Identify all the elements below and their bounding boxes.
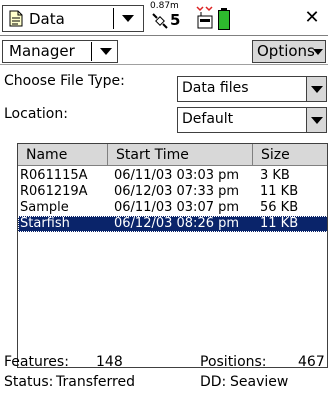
location-select[interactable]: Default <box>177 107 327 133</box>
list-item[interactable]: R061115A 06/11/03 03:03 pm 3 KB <box>18 168 327 184</box>
chevron-down-icon <box>122 15 134 22</box>
divider <box>113 8 114 29</box>
list-item[interactable]: R061219A 06/12/03 07:33 pm 11 KB <box>18 184 327 200</box>
file-start-time: 06/12/03 07:33 pm <box>114 184 240 199</box>
dd-value: Seaview <box>230 374 289 390</box>
app-label: Data <box>29 10 65 28</box>
file-type-dropdown-button[interactable] <box>306 77 326 101</box>
options-button[interactable]: Options <box>252 40 326 63</box>
file-type-value: Data files <box>182 80 249 96</box>
chevron-down-icon <box>100 48 112 55</box>
dd-label: DD: <box>200 374 227 390</box>
satellite-icon <box>152 13 168 29</box>
gps-status[interactable]: 0.87m 5 <box>150 1 190 35</box>
file-name: R061115A <box>20 168 88 183</box>
app-switcher-button[interactable]: Data <box>2 5 144 32</box>
divider <box>91 42 92 61</box>
chevron-down-icon <box>311 117 323 124</box>
close-icon: ✕ <box>304 7 320 28</box>
status-value: Transferred <box>56 374 135 390</box>
features-value: 148 <box>96 354 123 370</box>
title-bar: Data 0.87m 5 ✕ <box>0 0 328 36</box>
file-start-time: 06/11/03 03:07 pm <box>114 200 240 215</box>
file-size: 3 KB <box>260 168 290 183</box>
file-list[interactable]: Name Start Time Size R061115A 06/11/03 0… <box>17 143 328 368</box>
file-start-time: 06/11/03 03:03 pm <box>114 168 240 183</box>
options-label: Options <box>257 42 315 60</box>
file-type-select[interactable]: Data files <box>177 76 327 102</box>
file-type-label: Choose File Type: <box>4 73 125 89</box>
location-dropdown-button[interactable] <box>306 108 326 132</box>
file-name: Sample <box>20 200 69 215</box>
column-header-name[interactable]: Name <box>18 144 108 166</box>
chevron-down-icon <box>313 49 323 55</box>
chevron-down-icon <box>311 86 323 93</box>
file-list-header: Name Start Time Size <box>18 144 327 166</box>
column-header-size[interactable]: Size <box>253 144 327 166</box>
file-name: Starfish <box>20 216 70 231</box>
column-header-start-time[interactable]: Start Time <box>108 144 253 166</box>
battery-icon[interactable] <box>218 8 230 30</box>
section-bar: Manager Options <box>0 37 328 65</box>
list-item-selected[interactable]: Starfish 06/12/03 08:26 pm 11 KB <box>18 216 327 232</box>
location-label: Location: <box>4 106 68 122</box>
positions-value: 467 <box>298 354 325 370</box>
section-dropdown[interactable]: Manager <box>2 40 118 63</box>
file-size: 11 KB <box>260 216 299 231</box>
section-label: Manager <box>9 42 75 60</box>
gps-receiver-icon[interactable] <box>194 4 216 32</box>
file-start-time: 06/12/03 08:26 pm <box>114 216 240 231</box>
file-size: 11 KB <box>260 184 299 199</box>
gps-accuracy: 0.87m <box>150 1 179 11</box>
features-label: Features: <box>4 354 69 370</box>
close-button[interactable]: ✕ <box>300 8 324 28</box>
status-label: Status: <box>4 374 54 390</box>
list-item[interactable]: Sample 06/11/03 03:07 pm 56 KB <box>18 200 327 216</box>
file-name: R061219A <box>20 184 88 199</box>
satellite-count: 5 <box>170 11 181 29</box>
document-icon <box>9 10 23 27</box>
file-size: 56 KB <box>260 200 299 215</box>
positions-label: Positions: <box>200 354 267 370</box>
location-value: Default <box>182 111 234 127</box>
